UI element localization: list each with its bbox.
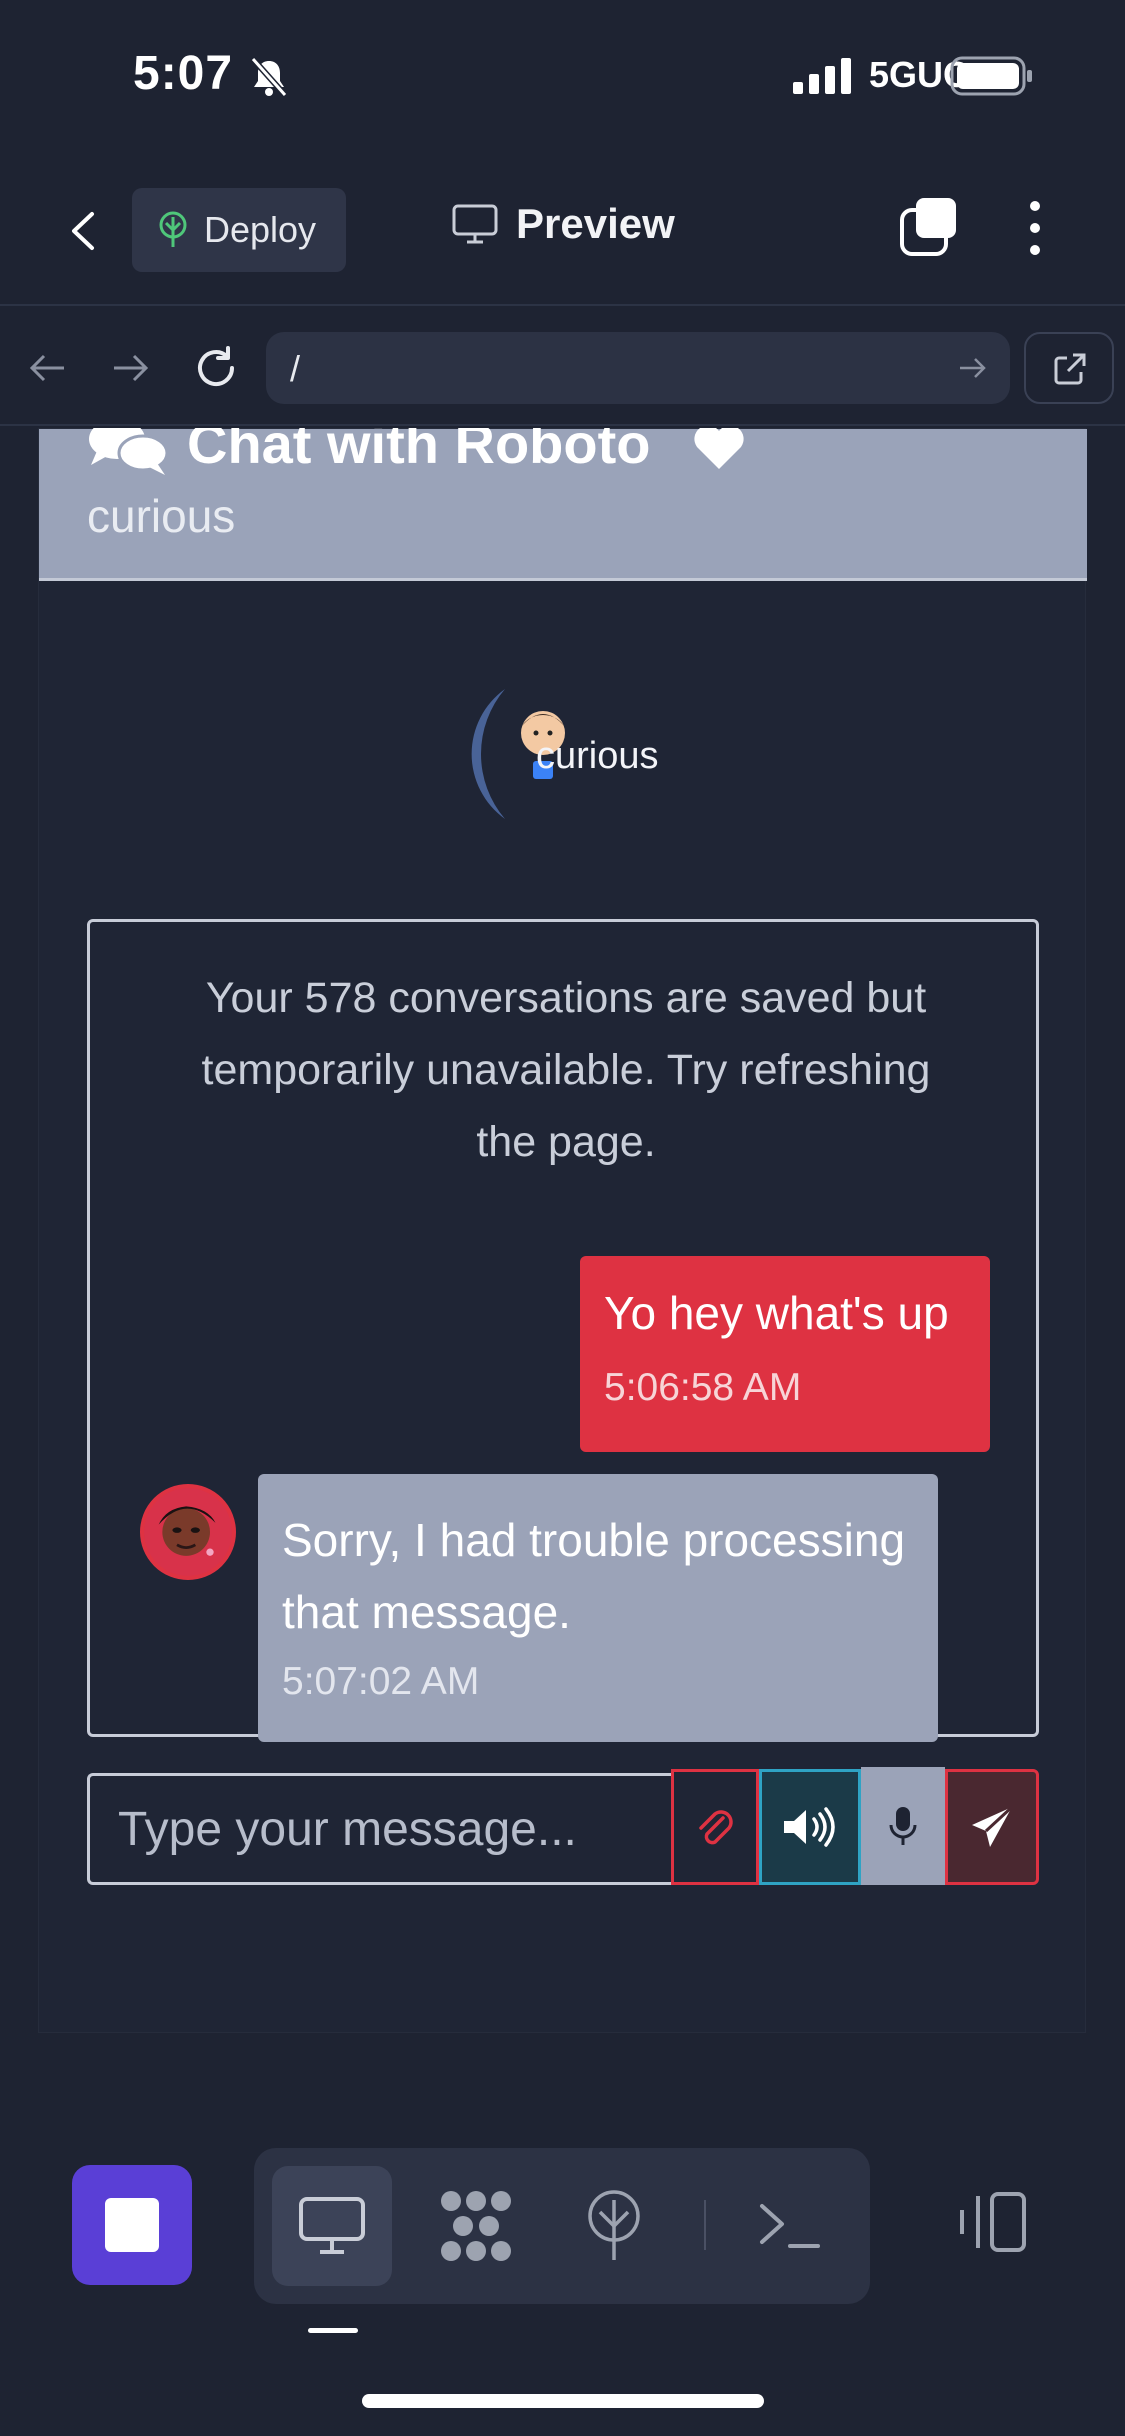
open-external-button[interactable] — [1024, 332, 1114, 404]
back-chevron-icon[interactable] — [60, 206, 110, 256]
chat-header: Chat with Roboto curious — [39, 428, 1087, 581]
status-bar: 5:07 5GUC — [0, 0, 1125, 150]
send-icon — [972, 1805, 1014, 1847]
user-message: Yo hey what's up 5:06:58 AM — [580, 1256, 990, 1452]
deploy-icon — [159, 211, 187, 247]
message-input[interactable] — [87, 1773, 671, 1885]
arrow-left-icon[interactable] — [28, 348, 68, 388]
message-text: Yo hey what's up — [604, 1287, 949, 1339]
url-bar: / — [0, 308, 1125, 426]
blocks-icon — [441, 2191, 511, 2261]
panel-toggle-icon[interactable] — [958, 2190, 1028, 2254]
bot-message: Sorry, I had trouble processing that mes… — [258, 1474, 938, 1742]
message-composer — [87, 1767, 1039, 1885]
bot-avatar — [140, 1484, 236, 1580]
arrow-right-icon[interactable] — [110, 348, 150, 388]
bottom-dock — [0, 2130, 1125, 2333]
arrow-right-icon[interactable] — [956, 352, 988, 384]
home-indicator[interactable] — [362, 2394, 764, 2408]
paperclip-icon — [699, 1810, 733, 1845]
message-time: 5:06:58 AM — [604, 1366, 802, 1409]
chat-bubbles-icon — [89, 428, 169, 475]
active-tab-indicator — [308, 2328, 358, 2333]
status-time: 5:07 — [133, 47, 234, 100]
tab-preview[interactable] — [272, 2166, 392, 2286]
url-field[interactable]: / — [266, 332, 1010, 404]
tab-terminal[interactable] — [730, 2166, 850, 2286]
deploy-label: Deploy — [204, 209, 317, 250]
message-time: 5:07:02 AM — [282, 1660, 480, 1703]
open-external-icon — [1054, 353, 1086, 385]
dock-tabs — [254, 2148, 870, 2304]
heart-icon[interactable] — [691, 428, 747, 471]
top-toolbar: Deploy Preview — [0, 150, 1125, 306]
deploy-button[interactable]: Deploy — [132, 188, 346, 272]
desktop-icon — [299, 2197, 365, 2254]
preview-viewport: Chat with Roboto curious curious Your 57… — [0, 428, 1125, 2038]
chat-title: Chat with Roboto — [187, 428, 651, 475]
speaker-icon — [784, 1807, 835, 1847]
microphone-icon — [889, 1807, 917, 1845]
url-text: / — [290, 348, 301, 389]
reload-icon[interactable] — [192, 344, 240, 392]
more-vertical-icon[interactable] — [1020, 200, 1050, 256]
bell-slash-icon — [250, 57, 288, 97]
signal-icon — [793, 58, 851, 94]
tab-deploy[interactable] — [554, 2166, 674, 2286]
voice-output-button[interactable] — [759, 1769, 861, 1885]
attach-button[interactable] — [671, 1769, 759, 1885]
message-text: Sorry, I had trouble processing that mes… — [282, 1514, 906, 1638]
messages-container: Your 578 conversations are saved but tem… — [87, 919, 1039, 1742]
send-button[interactable] — [945, 1769, 1039, 1885]
tab-blocks[interactable] — [416, 2166, 536, 2286]
bot-avatar-icon — [144, 1488, 232, 1576]
terminal-icon — [760, 2204, 820, 2248]
dock-divider — [704, 2200, 706, 2250]
chat-app: Chat with Roboto curious curious Your 57… — [38, 428, 1087, 2033]
conversations-notice: Your 578 conversations are saved but tem… — [201, 974, 931, 1166]
stop-icon — [105, 2198, 159, 2252]
tabs-icon[interactable] — [898, 196, 960, 258]
battery-icon — [950, 56, 1032, 96]
deploy-tree-icon — [588, 2190, 640, 2260]
preview-label: Preview — [516, 200, 675, 247]
monitor-icon — [452, 204, 498, 244]
preview-tab[interactable]: Preview — [452, 200, 675, 248]
microphone-button[interactable] — [861, 1767, 945, 1885]
mood-orb-label: curious — [536, 735, 659, 777]
mood-label: curious — [87, 490, 236, 542]
stop-button[interactable] — [72, 2165, 192, 2285]
